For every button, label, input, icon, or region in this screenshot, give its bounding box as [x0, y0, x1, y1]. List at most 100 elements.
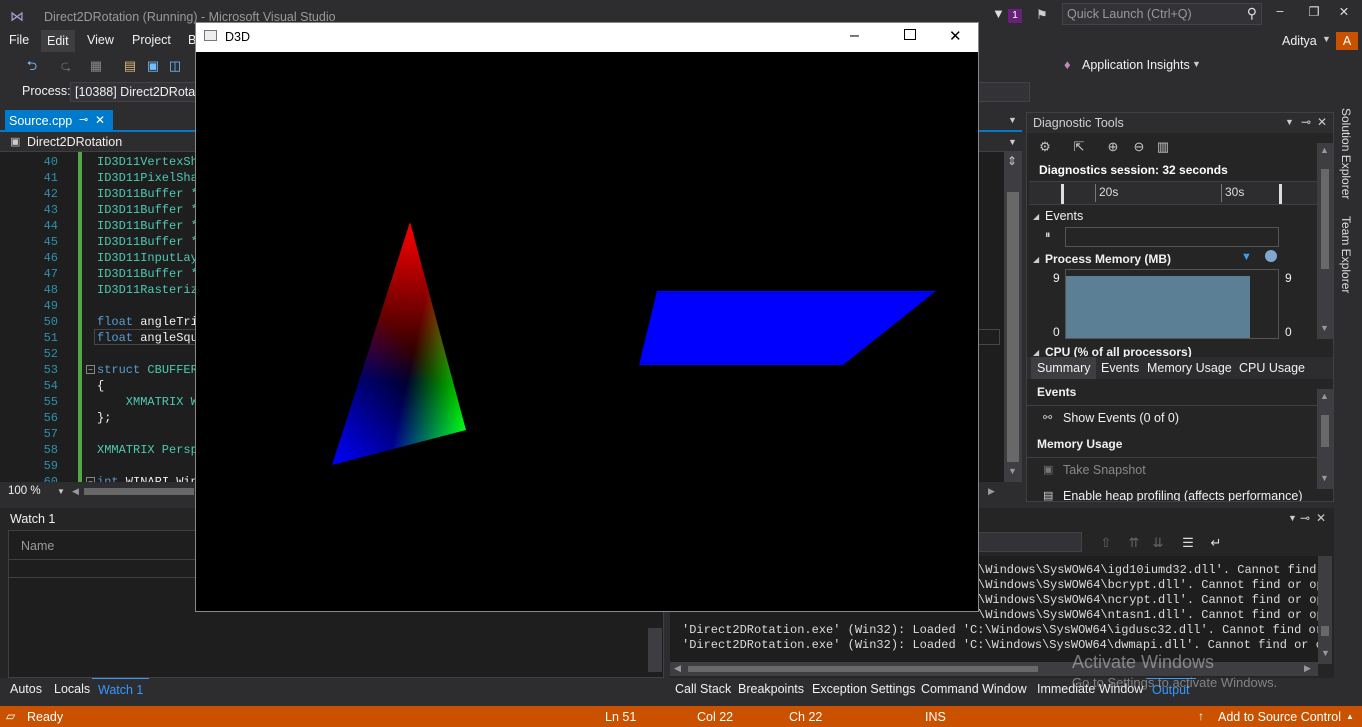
tab-events[interactable]: Events [1095, 357, 1145, 379]
tab-watch-1[interactable]: Watch 1 [92, 678, 150, 700]
filter-icon[interactable]: ▼ [992, 6, 1008, 22]
d3d-maximize-button[interactable] [904, 29, 916, 40]
save-all-icon[interactable]: ◫ [167, 58, 183, 74]
source-control-dropdown-icon[interactable]: ▲ [1346, 712, 1354, 721]
time-range-end[interactable] [1279, 184, 1282, 204]
diag-close-icon[interactable]: ✕ [1317, 115, 1327, 129]
team-explorer-tab[interactable]: Team Explorer [1339, 216, 1353, 293]
tab-command-window[interactable]: Command Window [915, 678, 1033, 700]
process-dropdown[interactable]: [10388] Direct2DRotatio [70, 82, 210, 102]
output-vscrollbar[interactable]: ▼ [1318, 556, 1332, 664]
memory-expand-icon[interactable]: ◢ [1033, 255, 1039, 264]
tab-cpu-usage[interactable]: CPU Usage [1233, 357, 1311, 379]
tab-memory-usage[interactable]: Memory Usage [1141, 357, 1238, 379]
quick-launch-input[interactable]: Quick Launch (Ctrl+Q) ⚲ [1062, 3, 1262, 25]
nav-members-dropdown-icon[interactable]: ▼ [1008, 137, 1017, 147]
show-events-link[interactable]: Show Events (0 of 0) [1063, 411, 1179, 425]
diag-top-scrollbar[interactable]: ▲ ▼ [1317, 143, 1333, 339]
zoom-out-icon[interactable]: ⊖ [1131, 139, 1147, 155]
d3d-render-surface[interactable] [196, 52, 978, 612]
memory-chart[interactable] [1065, 269, 1279, 339]
menu-project[interactable]: Project [132, 33, 171, 47]
reset-zoom-icon[interactable]: ▥ [1155, 139, 1171, 155]
d3d-titlebar[interactable]: D3D – ✕ [196, 23, 978, 52]
nav-project-dropdown[interactable]: Direct2DRotation [27, 135, 122, 149]
thread-dropdown[interactable] [976, 82, 1030, 102]
solution-explorer-tab[interactable]: Solution Explorer [1339, 108, 1353, 199]
export-icon[interactable]: ⇱ [1071, 139, 1087, 155]
editor-tab-source[interactable]: Source.cpp ⊸ ✕ [5, 110, 113, 132]
word-wrap-icon[interactable]: ↵ [1208, 535, 1224, 551]
diag-bottom-scrollbar[interactable]: ▲ ▼ [1317, 389, 1333, 489]
scroll-thumb[interactable] [1321, 169, 1329, 269]
diag-dropdown-icon[interactable]: ▼ [1285, 117, 1294, 127]
close-tab-icon[interactable]: ✕ [95, 113, 105, 127]
app-insights-button[interactable]: Application Insights [1082, 58, 1190, 72]
avatar[interactable]: A [1336, 32, 1358, 50]
time-range-start[interactable] [1061, 184, 1064, 204]
time-ruler[interactable]: 20s 30s [1029, 181, 1317, 205]
tab-locals[interactable]: Locals [48, 678, 96, 700]
events-expand-icon[interactable]: ◢ [1033, 212, 1039, 221]
scroll-thumb[interactable] [1321, 626, 1329, 636]
tab-exception-settings[interactable]: Exception Settings [806, 678, 922, 700]
feedback-icon[interactable]: ⚑ [1036, 7, 1052, 23]
user-dropdown-icon[interactable]: ▼ [1322, 34, 1331, 44]
hscroll-thumb[interactable] [84, 488, 194, 495]
heap-profiling-checkbox[interactable]: Enable heap profiling (affects performan… [1063, 489, 1303, 501]
tab-summary[interactable]: Summary [1031, 357, 1097, 379]
scroll-thumb[interactable] [1007, 192, 1019, 462]
minimize-button[interactable]: – [1272, 4, 1288, 20]
prev-message-icon[interactable]: ⇈ [1126, 535, 1142, 551]
user-name[interactable]: Aditya [1282, 34, 1317, 48]
events-track[interactable] [1065, 227, 1279, 247]
find-message-icon[interactable]: ⇧ [1098, 535, 1114, 551]
pin-icon[interactable]: ⊸ [79, 113, 88, 126]
next-message-icon[interactable]: ⇊ [1150, 535, 1166, 551]
diag-pin-icon[interactable]: ⊸ [1301, 115, 1311, 129]
scroll-thumb[interactable] [1321, 415, 1329, 447]
restore-button[interactable]: ❐ [1306, 4, 1322, 20]
add-to-source-control[interactable]: Add to Source Control [1218, 710, 1341, 724]
app-insights-dropdown-icon[interactable]: ▼ [1192, 59, 1201, 69]
menu-view[interactable]: View [87, 33, 114, 47]
zoom-dropdown-icon[interactable]: ▼ [57, 487, 65, 496]
hscroll-thumb[interactable] [688, 666, 1038, 672]
d3d-minimize-button[interactable]: – [850, 27, 859, 45]
output-source-dropdown[interactable] [970, 532, 1082, 552]
d3d-window[interactable]: D3D – ✕ [195, 22, 979, 612]
save-icon[interactable]: ▣ [145, 58, 161, 74]
output-dropdown-icon[interactable]: ▼ [1288, 513, 1297, 523]
menu-edit[interactable]: Edit [41, 30, 75, 52]
tab-autos[interactable]: Autos [4, 678, 48, 700]
clear-all-icon[interactable]: ☰ [1180, 535, 1196, 551]
back-icon[interactable]: ⮌ [24, 58, 40, 74]
tab-breakpoints[interactable]: Breakpoints [732, 678, 810, 700]
d3d-close-button[interactable]: ✕ [949, 27, 962, 45]
hscroll-left-icon[interactable]: ◀ [72, 486, 79, 497]
forward-icon[interactable]: ⮎ [58, 58, 74, 74]
menu-file[interactable]: File [9, 33, 29, 47]
scroll-up-icon[interactable]: ▲ [1320, 145, 1329, 155]
output-close-icon[interactable]: ✕ [1316, 511, 1326, 525]
split-icon[interactable]: ⇕ [1007, 154, 1017, 168]
output-pin-icon[interactable]: ⊸ [1300, 511, 1310, 525]
pause-icon[interactable]: ⏸ [1045, 229, 1051, 242]
close-button[interactable]: ✕ [1336, 4, 1352, 20]
col-name-header[interactable]: Name [21, 539, 54, 553]
open-folder-icon[interactable]: ▤ [122, 58, 138, 74]
new-project-icon[interactable]: ▦ [88, 58, 104, 74]
tab-overflow-icon[interactable]: ▼ [1008, 115, 1017, 125]
scroll-down-icon[interactable]: ▼ [1008, 466, 1017, 476]
scroll-down-icon[interactable]: ▼ [1320, 473, 1329, 483]
tab-call-stack[interactable]: Call Stack [669, 678, 737, 700]
hscroll-right-icon[interactable]: ▶ [988, 486, 995, 497]
zoom-in-icon[interactable]: ⊕ [1105, 139, 1121, 155]
source-control-icon[interactable]: ↑ [1198, 709, 1204, 723]
zoom-level[interactable]: 100 % [8, 485, 41, 497]
scroll-up-icon[interactable]: ▲ [1320, 391, 1329, 401]
settings-icon[interactable]: ⚙ [1037, 139, 1053, 155]
cpu-expand-icon[interactable]: ◢ [1033, 348, 1039, 357]
editor-vscrollbar[interactable]: ⇕ ▼ [1004, 152, 1022, 482]
watch-scrollbar[interactable] [648, 628, 662, 672]
